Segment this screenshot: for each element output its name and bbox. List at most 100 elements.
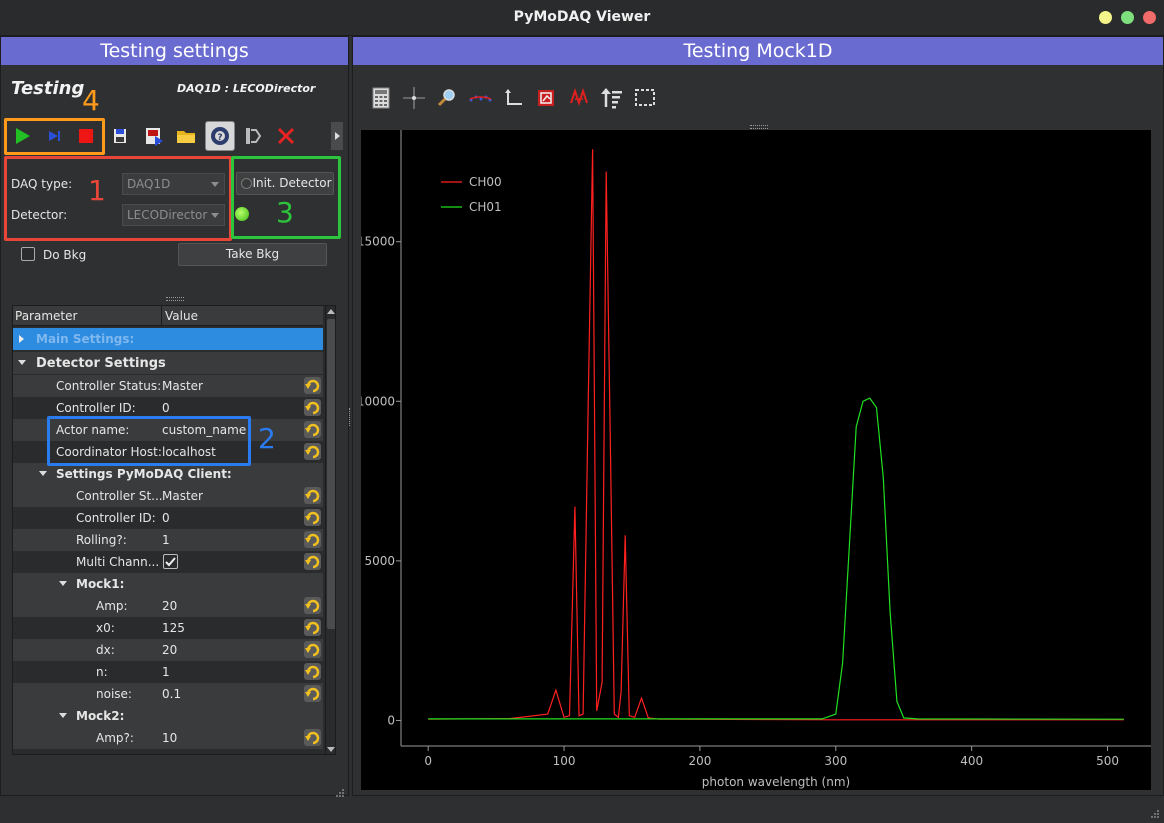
x0-value[interactable]: 125 <box>162 621 185 635</box>
scroll-up-icon[interactable] <box>327 308 336 315</box>
tree-row-pymodaq-client[interactable]: Settings PyMoDAQ Client: <box>13 463 323 485</box>
settings-toggle-button[interactable]: ? <box>205 121 235 151</box>
save-new-button[interactable] <box>140 122 168 150</box>
annotation-3: 3 <box>276 196 294 229</box>
chevron-right-icon <box>335 132 340 140</box>
select-roi-button[interactable] <box>631 84 659 112</box>
tree-row-n[interactable]: n: 1 <box>13 661 323 683</box>
tree-row-controller-status[interactable]: Controller Status: Master <box>13 375 323 397</box>
save-current-button[interactable] <box>106 122 134 150</box>
magnifier-icon <box>437 89 455 107</box>
axes-icon <box>505 89 522 105</box>
tree-row-x0[interactable]: x0: 125 <box>13 617 323 639</box>
tree-row-mock2[interactable]: Mock2: <box>13 705 323 727</box>
tree-row-noise[interactable]: noise: 0.1 <box>13 683 323 705</box>
zoom-button[interactable] <box>433 84 461 112</box>
open-button[interactable] <box>172 122 200 150</box>
reset-default-icon[interactable] <box>304 641 321 658</box>
rolling-label: Rolling?: <box>76 533 127 547</box>
detector-select[interactable]: LECODirector <box>122 204 225 226</box>
chevron-down-icon <box>211 213 219 218</box>
reset-default-icon[interactable] <box>304 377 321 394</box>
settings-dock-title[interactable]: Testing settings <box>1 37 348 65</box>
reset-default-icon[interactable] <box>304 399 321 416</box>
amp-value[interactable]: 20 <box>162 599 177 613</box>
tree-row-controller-id-2[interactable]: Controller ID: 0 <box>13 507 323 529</box>
reset-default-icon[interactable] <box>304 421 321 438</box>
noise-value[interactable]: 0.1 <box>162 687 181 701</box>
do-math-button[interactable] <box>367 84 395 112</box>
controller-st-value[interactable]: Master <box>162 489 203 503</box>
scroll-down-icon[interactable] <box>327 746 336 753</box>
init-detector-button[interactable]: Init. Detector <box>236 172 334 195</box>
crosshair-button[interactable] <box>400 84 428 112</box>
tree-row-mock1[interactable]: Mock1: <box>13 573 323 595</box>
grab-button[interactable] <box>8 122 36 150</box>
plot-area[interactable]: 0100200300400500050001000015000photon wa… <box>357 130 1151 790</box>
amp2-value[interactable]: 10 <box>162 731 177 745</box>
window-resize-grip-icon[interactable] <box>1150 804 1160 818</box>
reset-default-icon[interactable] <box>304 509 321 526</box>
reset-default-icon[interactable] <box>304 443 321 460</box>
controller-id-2-value[interactable]: 0 <box>162 511 170 525</box>
take-bkg-button[interactable]: Take Bkg <box>178 243 327 266</box>
scatter-button[interactable] <box>466 84 494 112</box>
reset-default-icon[interactable] <box>304 663 321 680</box>
axis-button[interactable] <box>499 84 527 112</box>
splitter-handle[interactable] <box>166 297 184 301</box>
viewer-dock-title[interactable]: Testing Mock1D <box>353 37 1163 65</box>
resize-grip-icon[interactable] <box>335 783 345 797</box>
chevron-down-icon <box>59 713 67 718</box>
roi-icon <box>538 90 554 106</box>
controller-status-value[interactable]: Master <box>162 379 203 393</box>
chevron-down-icon <box>18 360 26 365</box>
fft-button[interactable] <box>565 84 593 112</box>
close-window-button[interactable] <box>1143 11 1156 24</box>
reset-default-icon[interactable] <box>304 553 321 570</box>
tree-scroll-thumb[interactable] <box>327 319 335 629</box>
roi-select-button[interactable] <box>240 122 268 150</box>
tree-row-controller-st[interactable]: Controller St... Master <box>13 485 323 507</box>
do-bkg-checkbox[interactable] <box>21 247 35 261</box>
x-tick-label: 0 <box>424 754 432 768</box>
play-icon <box>16 128 30 144</box>
tree-row-amp2[interactable]: Amp?: 10 <box>13 727 323 749</box>
rolling-value[interactable]: 1 <box>162 533 170 547</box>
tree-scrollbar[interactable] <box>325 306 336 754</box>
controller-id-value[interactable]: 0 <box>162 401 170 415</box>
plot-splitter-handle[interactable] <box>750 125 768 129</box>
tree-row-rolling[interactable]: Rolling?: 1 <box>13 529 323 551</box>
value-column-header[interactable]: Value <box>161 306 198 326</box>
mock2-label: Mock2: <box>76 709 125 723</box>
toolbar-extension-button[interactable] <box>331 122 343 150</box>
tree-row-main-settings[interactable]: Main Settings: <box>13 328 323 350</box>
reset-default-icon[interactable] <box>304 531 321 548</box>
multi-channel-checkbox[interactable] <box>163 554 178 569</box>
tree-header: Parameter Value <box>13 306 323 326</box>
quit-button[interactable] <box>272 122 300 150</box>
minimize-button[interactable] <box>1099 11 1112 24</box>
n-value[interactable]: 1 <box>162 665 170 679</box>
maximize-button[interactable] <box>1121 11 1134 24</box>
tree-row-dx[interactable]: dx: 20 <box>13 639 323 661</box>
annotation-1: 1 <box>88 174 106 207</box>
tree-row-amp[interactable]: Amp: 20 <box>13 595 323 617</box>
reset-default-icon[interactable] <box>304 597 321 614</box>
tree-row-detector-settings[interactable]: Detector Settings <box>13 352 323 374</box>
reset-default-icon[interactable] <box>304 487 321 504</box>
tree-row-multi-channel[interactable]: Multi Chann... <box>13 551 323 573</box>
daq-type-select[interactable]: DAQ1D <box>122 173 225 195</box>
roi-manager-button[interactable] <box>532 84 560 112</box>
dock-splitter-handle[interactable] <box>349 408 352 426</box>
stop-button[interactable] <box>72 122 100 150</box>
single-shot-button[interactable] <box>40 122 68 150</box>
sort-button[interactable] <box>598 84 626 112</box>
reset-default-icon[interactable] <box>304 619 321 636</box>
snap-icon <box>49 131 60 141</box>
dx-value[interactable]: 20 <box>162 643 177 657</box>
reset-default-icon[interactable] <box>304 729 321 746</box>
parameter-column-header[interactable]: Parameter <box>15 309 77 323</box>
mock1-label: Mock1: <box>76 577 125 591</box>
reset-default-icon[interactable] <box>304 685 321 702</box>
detector-value: LECODirector <box>127 208 208 222</box>
